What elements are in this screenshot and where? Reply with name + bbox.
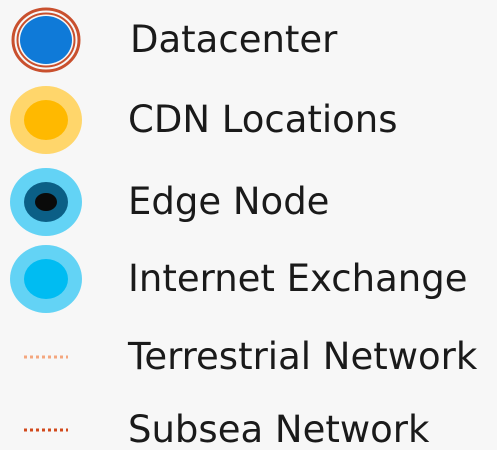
subsea-network-line-icon bbox=[10, 394, 86, 450]
edge-node-icon-core bbox=[35, 193, 57, 211]
terrestrial-network-line-icon bbox=[10, 321, 86, 393]
datacenter-icon-core bbox=[20, 16, 72, 64]
legend-item-terrestrial-network: Terrestrial Network bbox=[0, 321, 497, 393]
legend-item-edge-node: Edge Node bbox=[0, 166, 497, 238]
datacenter-icon bbox=[10, 4, 86, 76]
legend-label-internet-exchange: Internet Exchange bbox=[128, 257, 468, 300]
legend-item-subsea-network: Subsea Network bbox=[0, 394, 497, 450]
cdn-icon-core bbox=[24, 100, 68, 140]
legend-item-cdn-locations: CDN Locations bbox=[0, 84, 497, 156]
legend-label-terrestrial-network: Terrestrial Network bbox=[128, 335, 478, 378]
legend-label-subsea-network: Subsea Network bbox=[128, 408, 430, 450]
edge-node-icon bbox=[10, 166, 86, 238]
legend-label-edge-node: Edge Node bbox=[128, 180, 330, 223]
internet-exchange-icon bbox=[10, 243, 86, 315]
internet-exchange-icon-core bbox=[24, 259, 68, 299]
legend-label-cdn-locations: CDN Locations bbox=[128, 98, 398, 141]
legend-label-datacenter: Datacenter bbox=[130, 18, 338, 61]
cdn-location-icon bbox=[10, 84, 86, 156]
map-legend: Datacenter CDN Locations Edge Node Inter… bbox=[0, 0, 497, 450]
legend-item-internet-exchange: Internet Exchange bbox=[0, 243, 497, 315]
legend-item-datacenter: Datacenter bbox=[0, 4, 497, 76]
